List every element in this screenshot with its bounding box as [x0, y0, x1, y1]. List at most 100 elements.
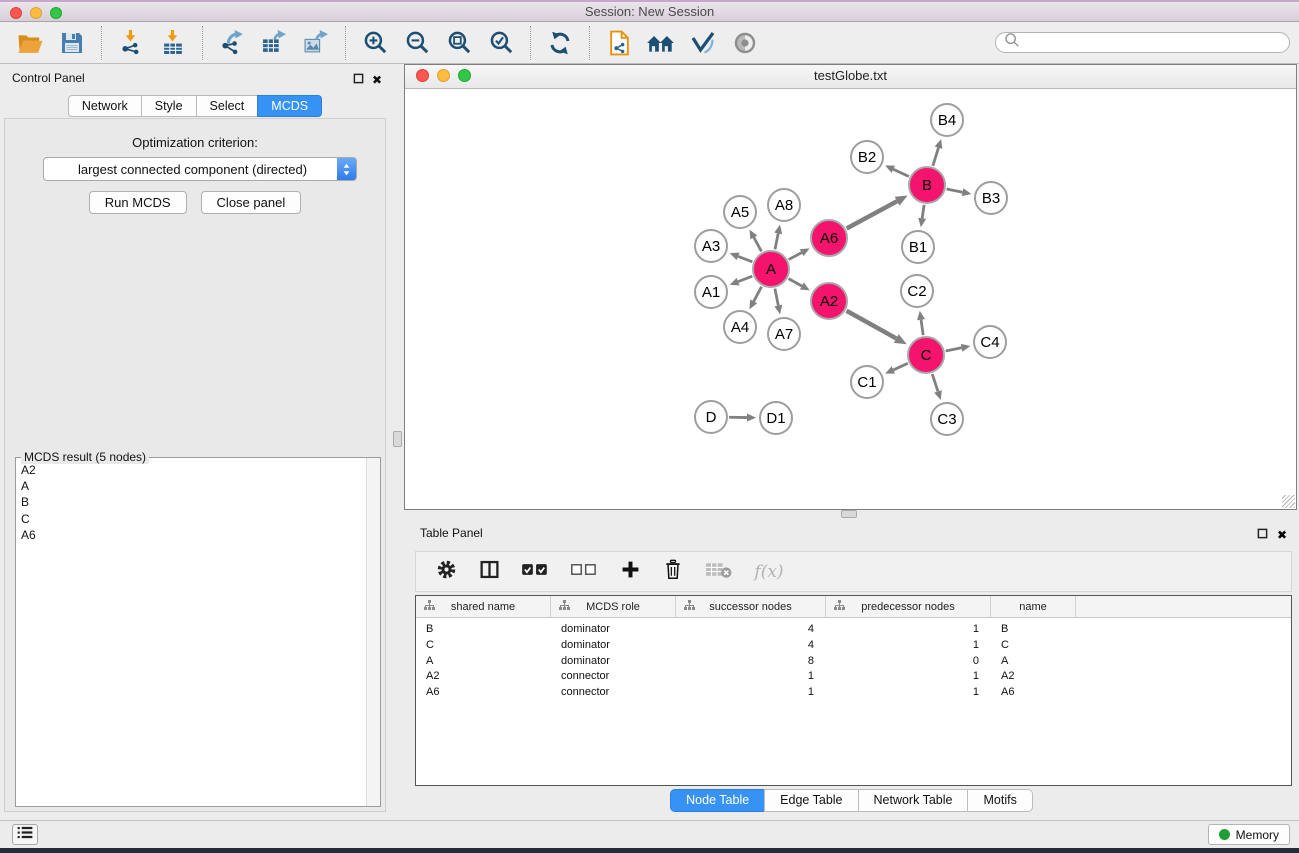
float-table-panel-icon[interactable]	[1257, 526, 1268, 544]
hide-graphics-details-button[interactable]	[688, 28, 718, 58]
network-canvas[interactable]: B4 B2 B B3 A5 A8 A6 A3 A B1 A1 A2 C2 A4 A7 C C4 C1 C3 D D1	[405, 89, 1296, 509]
tab-mcds[interactable]: MCDS	[257, 95, 322, 117]
delete-row-button[interactable]	[660, 559, 686, 585]
table-cell: connector	[551, 685, 676, 701]
graph-node-B[interactable]: B	[908, 166, 946, 204]
graph-node-A5[interactable]: A5	[723, 195, 757, 229]
tab-network-table[interactable]: Network Table	[858, 789, 969, 812]
result-item[interactable]: A6	[17, 527, 366, 543]
table-cell: dominator	[551, 654, 676, 670]
table-row[interactable]: A2connector11A2	[416, 669, 1291, 685]
close-panel-icon[interactable]: ✖	[372, 74, 382, 86]
open-file-button[interactable]	[15, 28, 45, 58]
search-box[interactable]	[995, 32, 1290, 53]
minimize-window-button[interactable]	[30, 7, 42, 19]
tab-node-table[interactable]: Node Table	[670, 789, 765, 812]
table-row[interactable]: A6connector11A6	[416, 685, 1291, 701]
table-row[interactable]: Bdominator41B	[416, 622, 1291, 638]
graph-node-D1[interactable]: D1	[759, 401, 793, 435]
graph-node-A[interactable]: A	[752, 250, 790, 288]
close-table-panel-icon[interactable]: ✖	[1277, 528, 1287, 542]
result-item[interactable]: A	[17, 478, 366, 494]
result-item[interactable]: A2	[17, 462, 366, 478]
add-row-button[interactable]	[617, 559, 643, 585]
network-view-window[interactable]: testGlobe.txt B4 B2 B B3 A5 A8 A6 A3 A B1 A1 A2 C2 A4…	[404, 64, 1297, 510]
graph-node-A7[interactable]: A7	[767, 317, 801, 351]
column-header-predecessor-nodes[interactable]: predecessor nodes	[826, 596, 991, 617]
graph-node-C4[interactable]: C4	[973, 325, 1007, 359]
graph-node-C[interactable]: C	[907, 336, 945, 374]
memory-button[interactable]: Memory	[1208, 824, 1290, 845]
graph-node-D[interactable]: D	[694, 400, 728, 434]
graph-node-A3[interactable]: A3	[694, 229, 728, 263]
result-item[interactable]: B	[17, 494, 366, 510]
horizontal-splitter-grip[interactable]	[841, 510, 857, 518]
graph-node-B2[interactable]: B2	[850, 140, 884, 174]
zoom-out-button[interactable]	[402, 28, 432, 58]
table-settings-button[interactable]	[433, 559, 459, 585]
zoom-fit-button[interactable]	[444, 28, 474, 58]
graph-node-C1[interactable]: C1	[850, 365, 884, 399]
graph-node-A1[interactable]: A1	[694, 275, 728, 309]
import-network-button[interactable]	[116, 28, 146, 58]
tab-style[interactable]: Style	[141, 95, 197, 117]
table-cell: A6	[416, 685, 551, 701]
graph-node-A4[interactable]: A4	[723, 310, 757, 344]
close-panel-button[interactable]: Close panel	[201, 191, 302, 214]
home-view-button[interactable]	[646, 28, 676, 58]
tab-network[interactable]: Network	[68, 95, 142, 117]
node-table: shared nameMCDS rolesuccessor nodesprede…	[415, 595, 1292, 786]
export-network-button[interactable]	[217, 28, 247, 58]
result-item[interactable]: C	[17, 511, 366, 527]
task-history-button[interactable]	[12, 824, 38, 845]
import-table-button[interactable]	[158, 28, 188, 58]
table-row[interactable]: Cdominator41C	[416, 638, 1291, 654]
delete-table-button[interactable]	[703, 559, 733, 585]
window-resize-grip[interactable]	[1282, 495, 1295, 508]
tab-select[interactable]: Select	[196, 95, 259, 117]
float-panel-icon[interactable]	[353, 71, 364, 89]
show-view-button[interactable]	[730, 28, 760, 58]
network-minimize-button[interactable]	[437, 69, 450, 82]
title-bar[interactable]: Session: New Session	[0, 0, 1299, 22]
deselect-all-button[interactable]	[568, 559, 600, 585]
new-network-document-button[interactable]	[604, 28, 634, 58]
network-close-button[interactable]	[416, 69, 429, 82]
zoom-in-button[interactable]	[360, 28, 390, 58]
save-session-button[interactable]	[57, 28, 87, 58]
export-image-button[interactable]	[301, 28, 331, 58]
column-header-MCDS-role[interactable]: MCDS role	[551, 596, 676, 617]
show-columns-button[interactable]	[476, 559, 502, 585]
criterion-dropdown[interactable]: largest connected component (directed)	[43, 157, 357, 181]
vertical-splitter-grip[interactable]	[393, 431, 402, 447]
result-scrollbar[interactable]	[366, 458, 380, 806]
graph-node-B4[interactable]: B4	[930, 103, 964, 137]
apply-function-button[interactable]: f(x)	[750, 559, 788, 585]
select-all-button[interactable]	[519, 559, 551, 585]
network-window-titlebar[interactable]: testGlobe.txt	[405, 65, 1296, 89]
graph-node-C2[interactable]: C2	[900, 274, 934, 308]
search-input[interactable]	[1020, 35, 1281, 51]
network-maximize-button[interactable]	[458, 69, 471, 82]
unchecked-checkboxes-icon	[570, 562, 598, 582]
graph-node-A6[interactable]: A6	[810, 219, 848, 257]
column-header-shared-name[interactable]: shared name	[416, 596, 551, 617]
graph-node-A8[interactable]: A8	[767, 188, 801, 222]
column-header-successor-nodes[interactable]: successor nodes	[676, 596, 826, 617]
column-header-name[interactable]: name	[991, 596, 1076, 617]
graph-node-C3[interactable]: C3	[930, 402, 964, 436]
export-table-button[interactable]	[259, 28, 289, 58]
table-cell: 4	[676, 622, 826, 638]
tab-edge-table[interactable]: Edge Table	[764, 789, 858, 812]
table-cell: A6	[991, 685, 1076, 701]
refresh-layout-button[interactable]	[545, 28, 575, 58]
zoom-selected-button[interactable]	[486, 28, 516, 58]
graph-node-B3[interactable]: B3	[974, 181, 1008, 215]
graph-node-B1[interactable]: B1	[901, 230, 935, 264]
tab-motifs[interactable]: Motifs	[967, 789, 1032, 812]
graph-node-A2[interactable]: A2	[810, 282, 848, 320]
maximize-window-button[interactable]	[50, 7, 62, 19]
close-window-button[interactable]	[10, 7, 22, 19]
run-mcds-button[interactable]: Run MCDS	[89, 191, 187, 214]
table-row[interactable]: Adominator80A	[416, 654, 1291, 670]
